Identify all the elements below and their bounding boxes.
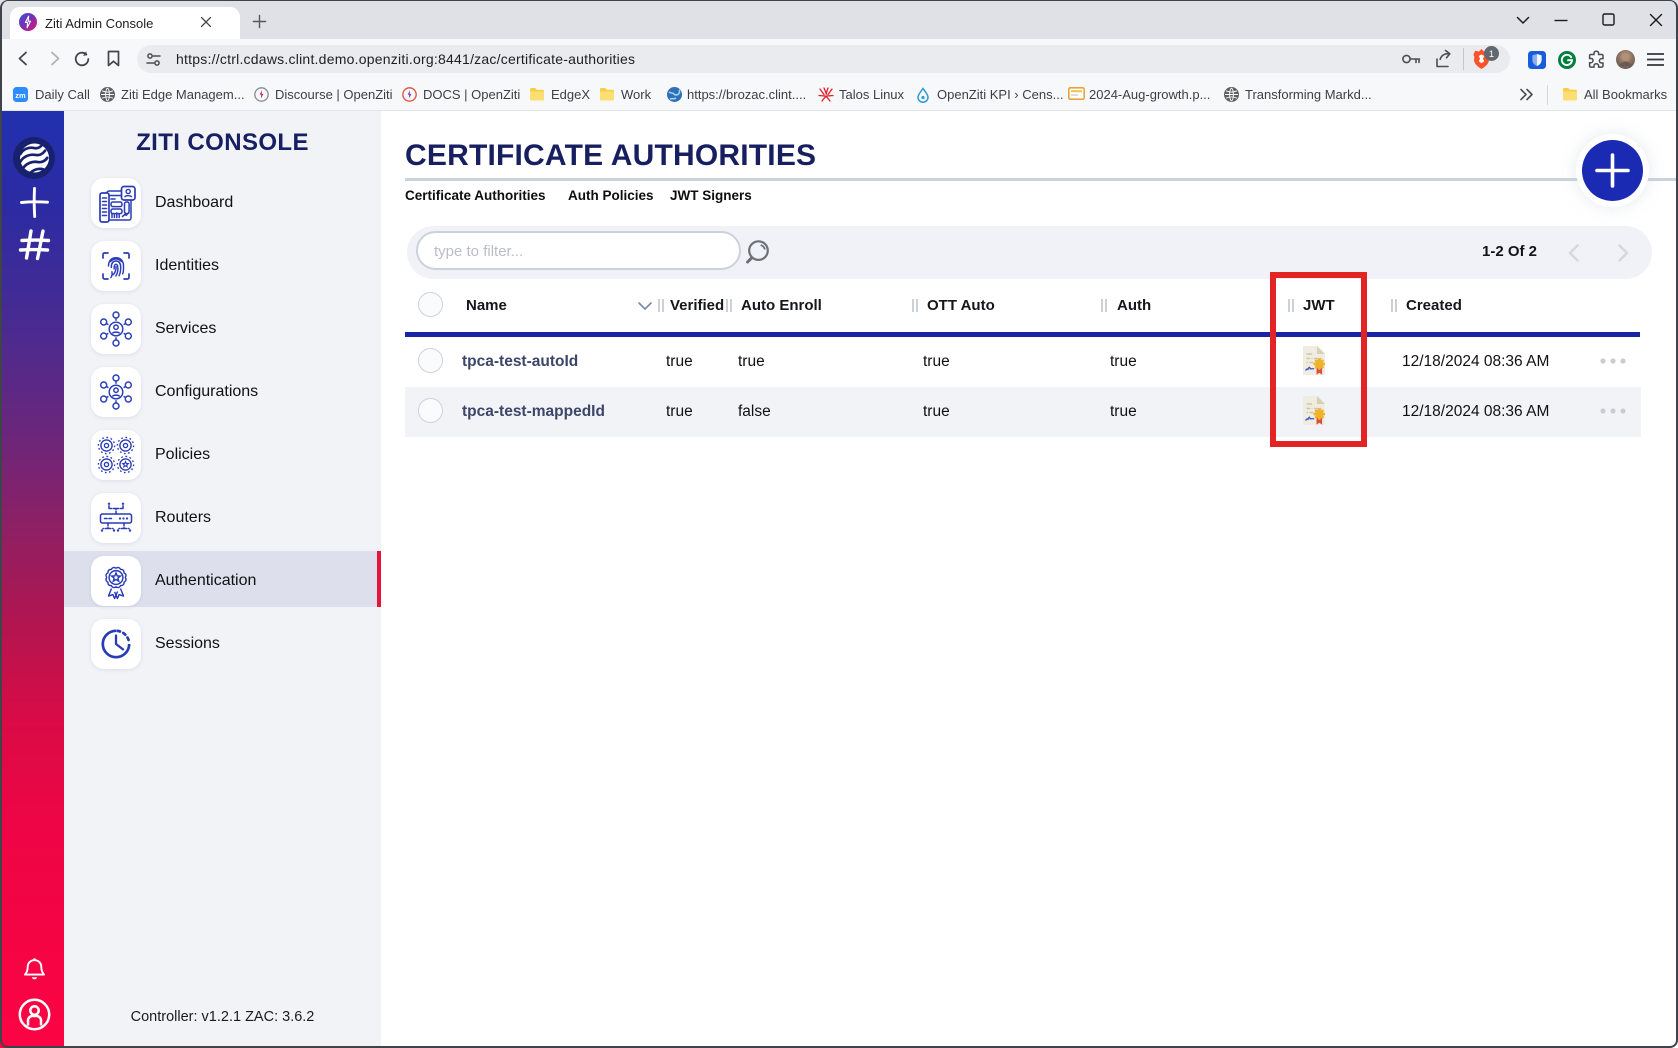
svg-text:1: 1 xyxy=(1489,49,1494,59)
svg-text:zm: zm xyxy=(15,91,26,100)
